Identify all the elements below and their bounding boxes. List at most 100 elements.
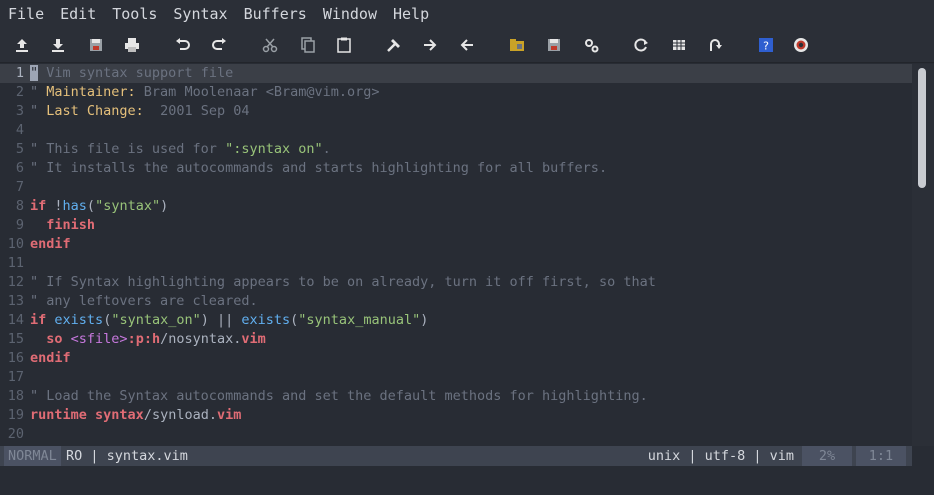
cursor-position: 1:1 [856, 446, 906, 466]
code-line[interactable]: 14 if exists("syntax_on") || exists("synt… [0, 311, 912, 330]
code-line[interactable]: 1 " Vim syntax support file [0, 64, 912, 83]
run-script-icon[interactable] [581, 35, 601, 55]
menu-help[interactable]: Help [385, 0, 437, 28]
file-info: RO | syntax.vim [66, 448, 188, 464]
line-text: " Load the Syntax autocommands and set t… [30, 388, 648, 404]
line-text: so <sfile>:p:h/nosyntax.vim [30, 331, 266, 347]
code-line[interactable]: 3 " Last Change: 2001 Sep 04 [0, 102, 912, 121]
menu-file[interactable]: File [0, 0, 52, 28]
command-line[interactable] [0, 466, 934, 495]
code-token: ! [46, 198, 63, 214]
code-token: " [30, 103, 47, 119]
line-number: 2 [15, 84, 24, 100]
code-token: if [30, 198, 47, 214]
scrollbar-thumb[interactable] [918, 68, 926, 188]
menu-syntax[interactable]: Syntax [165, 0, 235, 28]
menu-window[interactable]: Window [315, 0, 385, 28]
run-ctags-icon[interactable] [669, 35, 689, 55]
line-number: 19 [7, 407, 24, 423]
code-token: :p:h [127, 331, 161, 347]
vertical-scrollbar[interactable] [912, 64, 934, 446]
code-token: " It installs the autocommands and start… [30, 160, 608, 176]
copy-icon[interactable] [298, 35, 318, 55]
code-token: /nosyntax. [160, 331, 242, 347]
open-icon[interactable] [12, 35, 32, 55]
code-token: runtime [30, 407, 87, 423]
menubar: File Edit Tools Syntax Buffers Window He… [0, 0, 934, 28]
print-icon[interactable] [122, 35, 142, 55]
make-icon[interactable] [631, 35, 651, 55]
line-text: if !has("syntax") [30, 198, 168, 214]
code-token: " [30, 84, 47, 100]
code-token: "syntax" [95, 198, 161, 214]
save-download-icon[interactable] [48, 35, 68, 55]
save-session-icon[interactable] [544, 35, 564, 55]
code-line[interactable]: 10 endif [0, 235, 912, 254]
code-token: ) [160, 198, 169, 214]
code-line[interactable]: 5 " This file is used for ":syntax on". [0, 140, 912, 159]
code-line[interactable]: 8 if !has("syntax") [0, 197, 912, 216]
code-token: " Load the Syntax autocommands and set t… [30, 388, 648, 404]
menu-tools[interactable]: Tools [104, 0, 165, 28]
line-number: 7 [15, 179, 24, 195]
line-text: finish [30, 217, 95, 233]
find-prev-icon[interactable] [457, 35, 477, 55]
line-number: 9 [15, 217, 24, 233]
code-line[interactable]: 11 [0, 254, 912, 273]
line-text: " This file is used for ":syntax on". [30, 141, 331, 157]
code-token: 2001 Sep 04 [143, 103, 250, 119]
code-line[interactable]: 2 " Maintainer: Bram Moolenaar <Bram@vim.… [0, 83, 912, 102]
code-line[interactable]: 13 " any leftovers are cleared. [0, 292, 912, 311]
code-token: Bram Moolenaar <Bram@vim.org> [135, 84, 380, 100]
code-line[interactable]: 19 runtime syntax/synload.vim [0, 406, 912, 425]
code-token: exists [54, 312, 104, 328]
load-session-icon[interactable] [507, 35, 527, 55]
jump-tag-icon[interactable] [705, 35, 725, 55]
menu-edit[interactable]: Edit [52, 0, 104, 28]
line-number: 18 [7, 388, 24, 404]
code-line[interactable]: 18 " Load the Syntax autocommands and set… [0, 387, 912, 406]
code-token: " If Syntax highlighting appears to be o… [30, 274, 656, 290]
line-text: endif [30, 236, 71, 252]
line-number: 11 [7, 255, 24, 271]
line-number: 6 [15, 160, 24, 176]
scroll-percent: 2% [802, 446, 852, 466]
find-replace-icon[interactable] [384, 35, 404, 55]
toolbar: ? [0, 28, 934, 63]
code-token: Vim syntax support file [38, 65, 234, 81]
status-line: NORMAL RO | syntax.vim unix | utf-8 | vi… [0, 446, 912, 466]
redo-icon[interactable] [209, 35, 229, 55]
code-line[interactable]: 4 [0, 121, 912, 140]
help-icon[interactable]: ? [756, 35, 776, 55]
menu-buffers[interactable]: Buffers [236, 0, 315, 28]
code-line[interactable]: 6 " It installs the autocommands and star… [0, 159, 912, 178]
code-line[interactable]: 9 finish [0, 216, 912, 235]
undo-icon[interactable] [173, 35, 193, 55]
find-next-icon[interactable] [420, 35, 440, 55]
code-token: vim [216, 407, 242, 423]
editor-buffer[interactable]: 1 " Vim syntax support file 2 " Maintainer:… [0, 64, 912, 446]
code-token: <sfile> [70, 331, 128, 347]
line-text: " Last Change: 2001 Sep 04 [30, 103, 249, 119]
code-line[interactable]: 16 endif [0, 349, 912, 368]
line-number: 10 [7, 236, 24, 252]
cut-icon[interactable] [260, 35, 280, 55]
paste-icon[interactable] [334, 35, 354, 55]
code-token: endif [30, 236, 71, 252]
save-icon[interactable] [86, 35, 106, 55]
mode-indicator: NORMAL [4, 446, 61, 466]
line-number: 17 [7, 369, 24, 385]
line-text: " If Syntax highlighting appears to be o… [30, 274, 656, 290]
find-help-icon[interactable] [791, 35, 811, 55]
code-line[interactable]: 12 " If Syntax highlighting appears to be… [0, 273, 912, 292]
line-text: if exists("syntax_on") || exists("syntax… [30, 312, 428, 328]
code-token: vim [241, 331, 266, 347]
code-token: ( [86, 198, 96, 214]
code-line[interactable]: 7 [0, 178, 912, 197]
code-line[interactable]: 15 so <sfile>:p:h/nosyntax.vim [0, 330, 912, 349]
code-token: syntax [95, 407, 144, 423]
code-line[interactable]: 20 [0, 425, 912, 444]
code-line[interactable]: 17 [0, 368, 912, 387]
